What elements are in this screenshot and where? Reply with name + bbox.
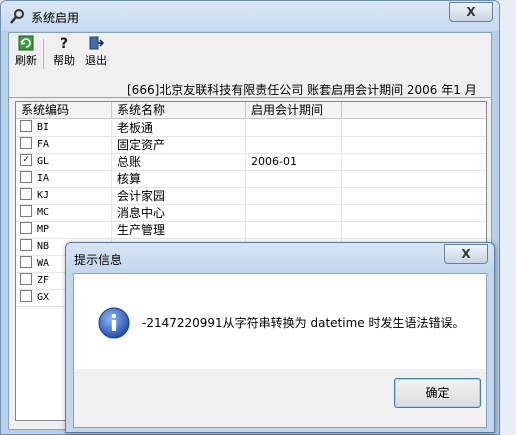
system-code: NB <box>37 241 50 252</box>
system-code-cell: MC <box>16 205 112 222</box>
toolbar-divider <box>9 97 491 98</box>
enable-period <box>246 120 342 137</box>
system-name: 消息中心 <box>112 205 246 222</box>
system-name: 老板通 <box>112 120 246 137</box>
enable-checkbox[interactable] <box>20 256 32 268</box>
info-icon <box>98 307 130 339</box>
help-label: 帮助 <box>53 54 75 67</box>
enable-checkbox[interactable]: ✓ <box>20 154 32 166</box>
system-code: KJ <box>37 190 50 201</box>
system-name: 会计家园 <box>112 188 246 205</box>
refresh-label: 刷新 <box>15 54 37 67</box>
window-title-bar: 系统启用 X <box>1 1 499 31</box>
exit-label: 退出 <box>85 54 107 67</box>
system-code: MC <box>37 207 50 218</box>
dialog-title: 提示信息 <box>74 253 123 267</box>
enable-period <box>246 137 342 154</box>
system-code: GX <box>37 292 50 303</box>
table-row[interactable]: MC 消息中心 <box>16 205 486 222</box>
system-name: 固定资产 <box>112 137 246 154</box>
window-close-button[interactable]: X <box>449 2 493 22</box>
enable-checkbox[interactable] <box>20 222 32 234</box>
system-code: IA <box>37 173 50 184</box>
enable-checkbox[interactable] <box>20 120 32 132</box>
system-name: 核算 <box>112 171 246 188</box>
dialog-message: -2147220991从字符串转换为 datetime 时发生语法错误。 <box>142 316 465 330</box>
enable-period: 2006-01 <box>246 154 342 171</box>
magnifier-key-icon <box>10 9 24 24</box>
table-row[interactable]: MP 生产管理 <box>16 222 486 239</box>
system-code: FA <box>37 139 50 150</box>
enable-checkbox[interactable] <box>20 205 32 217</box>
table-row[interactable]: BI 老板通 <box>16 120 486 137</box>
system-name: 生产管理 <box>112 222 246 239</box>
system-code-cell: MP <box>16 222 112 239</box>
system-name: 总账 <box>112 154 246 171</box>
enable-period <box>246 205 342 222</box>
svg-text:?: ? <box>60 36 68 51</box>
enable-checkbox[interactable] <box>20 171 32 183</box>
enable-period <box>246 222 342 239</box>
enable-period <box>246 171 342 188</box>
table-row[interactable]: FA 固定资产 <box>16 137 486 154</box>
dialog-message-area: -2147220991从字符串转换为 datetime 时发生语法错误。 <box>74 274 486 369</box>
ok-button[interactable]: 确定 <box>394 378 481 408</box>
system-code: GL <box>37 156 50 167</box>
dialog-body: -2147220991从字符串转换为 datetime 时发生语法错误。 确定 <box>73 273 487 428</box>
enable-checkbox[interactable] <box>20 290 32 302</box>
toolbar: 刷新 ? 帮助 退出 <box>9 33 491 73</box>
enable-checkbox[interactable] <box>20 273 32 285</box>
toolbar-separator <box>43 39 44 69</box>
refresh-icon <box>18 35 34 51</box>
account-period-info: [666]北京友联科技有限责任公司 账套启用会计期间 2006 年1 月 <box>127 83 477 97</box>
help-button[interactable]: ? 帮助 <box>49 35 79 68</box>
message-dialog: 提示信息 X -2147220991从字符串转换为 datetime 时发生语法… <box>65 242 495 433</box>
system-code-cell: ✓ GL <box>16 154 112 171</box>
enable-checkbox[interactable] <box>20 188 32 200</box>
table-row[interactable]: ✓ GL 总账 2006-01 <box>16 154 486 171</box>
help-question-icon: ? <box>60 36 68 51</box>
system-code: WA <box>37 258 50 269</box>
system-code-cell: FA <box>16 137 112 154</box>
table-row[interactable]: IA 核算 <box>16 171 486 188</box>
system-code-cell: BI <box>16 120 112 137</box>
system-code: BI <box>37 122 50 133</box>
dialog-close-button[interactable]: X <box>444 244 488 264</box>
system-code: ZF <box>37 275 50 286</box>
system-code: MP <box>37 224 50 235</box>
exit-button[interactable]: 退出 <box>81 35 111 68</box>
enable-checkbox[interactable] <box>20 137 32 149</box>
system-code-cell: IA <box>16 171 112 188</box>
table-row[interactable]: KJ 会计家园 <box>16 188 486 205</box>
refresh-button[interactable]: 刷新 <box>11 35 41 68</box>
grid-header: 系统编码 系统名称 启用会计期间 <box>16 102 486 119</box>
enable-period <box>246 188 342 205</box>
exit-door-icon <box>89 36 104 50</box>
enable-checkbox[interactable] <box>20 239 32 251</box>
header-system-code[interactable]: 系统编码 <box>16 102 112 119</box>
header-system-name[interactable]: 系统名称 <box>112 102 246 119</box>
window-title: 系统启用 <box>31 11 80 25</box>
system-code-cell: KJ <box>16 188 112 205</box>
header-enable-period[interactable]: 启用会计期间 <box>246 102 342 119</box>
